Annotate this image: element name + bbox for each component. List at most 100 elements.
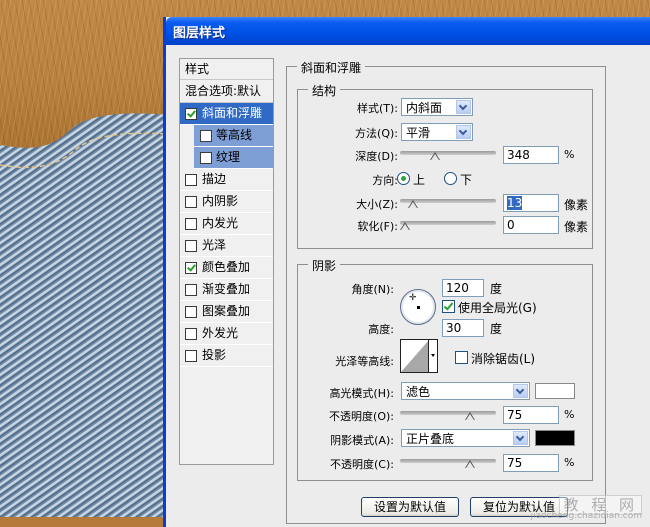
contour-dropdown-icon[interactable]	[428, 340, 437, 372]
shading-title: 阴影	[308, 257, 341, 274]
style-item[interactable]: 内发光	[180, 213, 273, 235]
highlight-opacity-thumb[interactable]	[464, 412, 475, 420]
style-item[interactable]: 纹理	[194, 147, 273, 169]
style-item-label: 颜色叠加	[202, 260, 251, 274]
structure-group: 结构 样式(T): 内斜面 方法(Q): 平滑 深度(D): 348 % 方向:…	[297, 82, 593, 249]
style-item-label: 内发光	[202, 216, 239, 230]
shadow-opacity-thumb[interactable]	[464, 460, 475, 468]
angle-dial-center	[417, 306, 420, 309]
dialog-titlebar[interactable]: 图层样式	[166, 17, 650, 45]
altitude-input[interactable]: 30	[442, 319, 484, 337]
style-item-checkbox[interactable]	[185, 108, 197, 120]
depth-slider-thumb[interactable]	[430, 152, 441, 160]
style-item-label: 纹理	[216, 150, 241, 164]
chevron-down-icon	[513, 431, 528, 445]
direction-up-radio[interactable]	[397, 172, 410, 185]
size-slider[interactable]	[400, 199, 496, 208]
style-item-label: 等高线	[216, 128, 253, 142]
style-item-label: 图案叠加	[202, 304, 251, 318]
highlight-mode-label: 高光模式(H):	[329, 387, 394, 400]
direction-up-label[interactable]: 上	[413, 171, 425, 188]
shadow-opacity-unit: %	[564, 456, 575, 469]
highlight-mode-select[interactable]: 滤色	[401, 382, 530, 400]
style-item-checkbox[interactable]	[185, 262, 197, 274]
size-unit: 像素	[564, 198, 589, 212]
soften-input[interactable]: 0	[503, 216, 559, 234]
watermark-url: jiaocheng.chazidian.com	[530, 511, 642, 521]
style-item[interactable]: 渐变叠加	[180, 279, 273, 301]
blending-options-item[interactable]: 混合选项:默认	[180, 80, 273, 103]
angle-input[interactable]: 120	[442, 279, 484, 297]
shadow-color-swatch[interactable]	[535, 430, 575, 446]
style-item-checkbox[interactable]	[185, 174, 197, 186]
highlight-opacity-slider[interactable]	[400, 411, 496, 420]
technique-select-value: 平滑	[406, 126, 431, 140]
style-item[interactable]: 外发光	[180, 323, 273, 345]
shading-group: 阴影 角度(N): ✛ 120 度 使用全局光(G) 高度: 30 度 光泽等高…	[297, 257, 593, 481]
anti-aliased-label[interactable]: 消除锯齿(L)	[471, 350, 535, 367]
style-item-label: 内阴影	[202, 194, 239, 208]
angle-dial[interactable]: ✛	[400, 289, 436, 325]
depth-input[interactable]: 348	[503, 146, 559, 164]
style-item-label: 光泽	[202, 238, 227, 252]
style-item[interactable]: 颜色叠加	[180, 257, 273, 279]
size-input[interactable]: 13	[503, 194, 559, 212]
style-item-checkbox[interactable]	[185, 240, 197, 252]
layer-style-dialog: 图层样式 样式 混合选项:默认 斜面和浮雕等高线纹理描边内阴影内发光光泽颜色叠加…	[163, 17, 650, 527]
gloss-contour-picker[interactable]	[400, 339, 438, 373]
highlight-opacity-input[interactable]: 75	[503, 406, 559, 424]
style-item[interactable]: 光泽	[180, 235, 273, 257]
style-item-checkbox[interactable]	[185, 328, 197, 340]
angle-label: 角度(N):	[351, 283, 394, 296]
direction-down-label[interactable]: 下	[460, 171, 472, 188]
shadow-mode-value: 正片叠底	[406, 432, 455, 446]
styles-list: 样式 混合选项:默认 斜面和浮雕等高线纹理描边内阴影内发光光泽颜色叠加渐变叠加图…	[179, 58, 274, 465]
direction-down-radio[interactable]	[444, 172, 457, 185]
bevel-emboss-title: 斜面和浮雕	[297, 59, 366, 76]
size-slider-thumb[interactable]	[407, 200, 418, 208]
style-select[interactable]: 内斜面	[401, 98, 473, 116]
shadow-mode-select[interactable]: 正片叠底	[401, 429, 530, 447]
style-item[interactable]: 斜面和浮雕	[180, 103, 273, 125]
highlight-opacity-label: 不透明度(O):	[329, 410, 394, 423]
chevron-down-icon	[513, 384, 528, 398]
style-item[interactable]: 图案叠加	[180, 301, 273, 323]
technique-select[interactable]: 平滑	[401, 123, 473, 141]
soften-unit: 像素	[564, 220, 589, 234]
direction-label: 方向:	[372, 174, 398, 187]
style-item-label: 渐变叠加	[202, 282, 251, 296]
style-item-checkbox[interactable]	[200, 152, 212, 164]
watermark: 教 程 网 jiaocheng.chazidian.com	[531, 494, 642, 521]
global-light-label[interactable]: 使用全局光(G)	[458, 299, 537, 316]
soften-slider[interactable]	[400, 221, 496, 230]
styles-header[interactable]: 样式	[180, 59, 273, 80]
denim-background	[0, 0, 170, 517]
style-item-checkbox[interactable]	[185, 284, 197, 296]
style-item-checkbox[interactable]	[200, 130, 212, 142]
style-item-checkbox[interactable]	[185, 350, 197, 362]
altitude-label: 高度:	[368, 323, 394, 336]
style-item[interactable]: 内阴影	[180, 191, 273, 213]
style-item[interactable]: 描边	[180, 169, 273, 191]
style-item-checkbox[interactable]	[185, 196, 197, 208]
depth-unit: %	[564, 148, 575, 161]
soften-label: 软化(F):	[357, 220, 398, 233]
shadow-opacity-slider[interactable]	[400, 459, 496, 468]
highlight-color-swatch[interactable]	[535, 383, 575, 399]
technique-label: 方法(Q):	[355, 127, 398, 140]
make-default-button[interactable]: 设置为默认值	[361, 497, 459, 517]
style-item-checkbox[interactable]	[185, 218, 197, 230]
soften-slider-thumb[interactable]	[400, 222, 410, 230]
shadow-opacity-input[interactable]: 75	[503, 454, 559, 472]
highlight-opacity-unit: %	[564, 408, 575, 421]
style-item[interactable]: 等高线	[194, 125, 273, 147]
shadow-opacity-label: 不透明度(C):	[330, 458, 394, 471]
style-label: 样式(T):	[356, 102, 398, 115]
gloss-contour-label: 光泽等高线:	[335, 355, 394, 368]
global-light-checkbox[interactable]	[442, 300, 455, 313]
structure-title: 结构	[308, 82, 341, 99]
style-item[interactable]: 投影	[180, 345, 273, 367]
style-item-checkbox[interactable]	[185, 306, 197, 318]
depth-slider[interactable]	[400, 151, 496, 160]
anti-aliased-checkbox[interactable]	[455, 351, 468, 364]
